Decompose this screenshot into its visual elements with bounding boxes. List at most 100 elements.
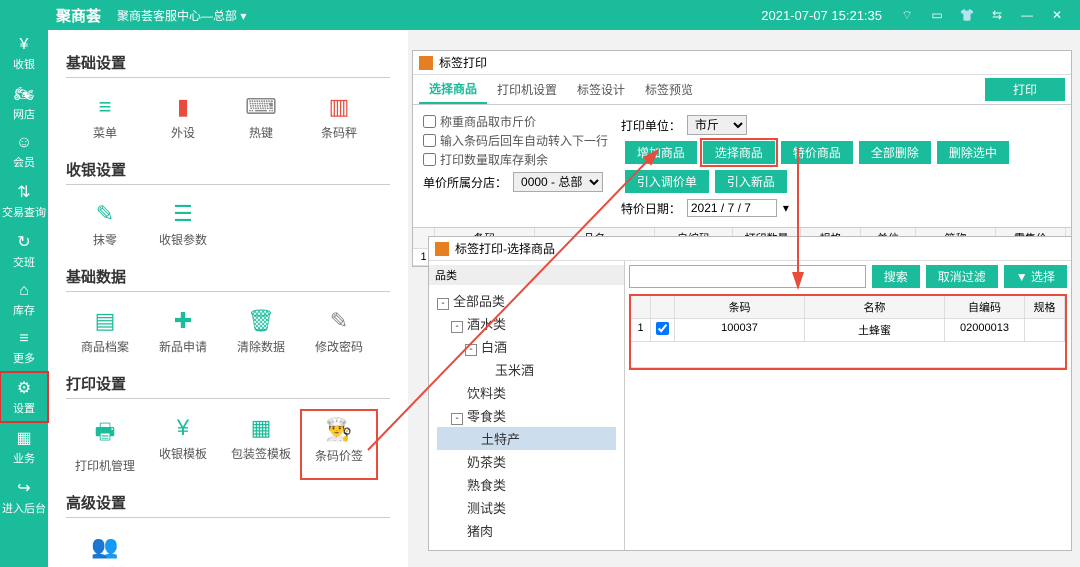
settings-item-菜单[interactable]: ≡菜单 xyxy=(66,88,144,147)
work-area: 标签打印 选择商品打印机设置标签设计标签预览打印 称重商品取市斤价 输入条码后回… xyxy=(408,30,1080,567)
settings-item-条码价签[interactable]: 👨‍🍳条码价签 xyxy=(300,409,378,480)
center-selector[interactable]: 聚商荟客服中心—总部 ▾ xyxy=(117,7,246,24)
btn-增加商品[interactable]: 增加商品 xyxy=(625,141,697,164)
settings-item-外设[interactable]: ▮外设 xyxy=(144,88,222,147)
app-logo: 聚商荟 xyxy=(8,5,101,26)
minimize-icon[interactable]: — xyxy=(1016,8,1038,22)
chk-auto-next[interactable]: 输入条码后回车自动转入下一行 xyxy=(423,132,621,149)
shirt-icon[interactable]: 👕 xyxy=(956,8,978,22)
sidebar-icon: ☺ xyxy=(0,134,48,152)
sidebar-icon: ⇅ xyxy=(0,182,48,202)
settings-item-条码秤[interactable]: ▥条码秤 xyxy=(300,88,378,147)
settings-item-打印机管理[interactable]: 🖶打印机管理 xyxy=(66,409,144,480)
settings-label: 抹零 xyxy=(93,233,117,247)
title-bar: 聚商荟 聚商荟客服中心—总部 ▾ 2021-07-07 15:21:35 ⌔ ▭… xyxy=(0,0,1080,30)
settings-item-关于我们[interactable]: 👥关于我们 xyxy=(66,528,144,567)
settings-item-收银模板[interactable]: ¥收银模板 xyxy=(144,409,222,480)
category-tree-pane: 品类 -全部品类-酒水类-白酒玉米酒饮料类-零食类土特产奶茶类熟食类测试类猪肉 xyxy=(429,261,625,550)
btn-删除选中[interactable]: 删除选中 xyxy=(937,141,1009,164)
settings-item-清除数据[interactable]: 🗑清除数据 xyxy=(222,302,300,361)
select-product-window: 标签打印-选择商品 品类 -全部品类-酒水类-白酒玉米酒饮料类-零食类土特产奶茶… xyxy=(428,236,1072,551)
settings-label: 菜单 xyxy=(93,126,117,140)
settings-label: 修改密码 xyxy=(315,340,363,354)
settings-icon: ¥ xyxy=(144,415,222,441)
window-icon xyxy=(419,56,433,70)
settings-item-商品档案[interactable]: ▤商品档案 xyxy=(66,302,144,361)
window-title: 标签打印 xyxy=(439,54,487,71)
settings-label: 清除数据 xyxy=(237,340,285,354)
unit-select[interactable]: 市斤 xyxy=(687,115,747,135)
sidebar-item-库存[interactable]: ⌂库存 xyxy=(0,276,48,324)
settings-icon: ⌨ xyxy=(222,94,300,120)
tree-toggle-icon[interactable]: - xyxy=(451,321,463,333)
btn-引入新品[interactable]: 引入新品 xyxy=(715,170,787,193)
cancel-filter-button[interactable]: 取消过滤 xyxy=(926,265,998,288)
col-name: 名称 xyxy=(805,296,945,319)
sync-icon[interactable]: ⇆ xyxy=(986,8,1008,22)
settings-item-包装签模板[interactable]: ▦包装签模板 xyxy=(222,409,300,480)
sidebar-icon: 🏍 xyxy=(0,84,48,104)
sidebar-item-业务[interactable]: ▦业务 xyxy=(0,422,48,472)
select-button[interactable]: ▼ 选择 xyxy=(1004,265,1067,288)
tab-标签设计[interactable]: 标签设计 xyxy=(567,76,635,103)
branch-label: 单价所属分店： xyxy=(423,174,507,191)
tab-选择商品[interactable]: 选择商品 xyxy=(419,75,487,104)
tree-node-酒水类[interactable]: -酒水类 xyxy=(437,312,616,335)
tree-node-猪肉[interactable]: 猪肉 xyxy=(437,519,616,542)
date-input[interactable] xyxy=(687,199,777,217)
sidebar-icon: ↻ xyxy=(0,232,48,252)
sidebar-item-网店[interactable]: 🏍 网店 xyxy=(0,78,48,128)
search-button[interactable]: 搜索 xyxy=(872,265,920,288)
chk-stock-qty[interactable]: 打印数量取库存剩余 xyxy=(423,151,621,168)
btn-全部删除[interactable]: 全部删除 xyxy=(859,141,931,164)
sidebar-label: 设置 xyxy=(13,403,35,415)
settings-icon: ✚ xyxy=(144,308,222,334)
tree-node-玉米酒[interactable]: 玉米酒 xyxy=(437,358,616,381)
btn-选择商品[interactable]: 选择商品 xyxy=(703,141,775,164)
tree-toggle-icon[interactable]: - xyxy=(437,298,449,310)
settings-item-热键[interactable]: ⌨热键 xyxy=(222,88,300,147)
table-row[interactable]: 1 100037 土蜂蜜 02000013 xyxy=(631,319,1065,342)
btn-特价商品[interactable]: 特价商品 xyxy=(781,141,853,164)
tree-node-熟食类[interactable]: 熟食类 xyxy=(437,473,616,496)
settings-item-抹零[interactable]: ✎抹零 xyxy=(66,195,144,254)
tree-node-土特产[interactable]: 土特产 xyxy=(437,427,616,450)
col-code: 自编码 xyxy=(945,296,1025,319)
sidebar-item-设置[interactable]: ⚙设置 xyxy=(0,372,48,422)
wifi-icon[interactable]: ⌔ xyxy=(896,8,918,23)
col-barcode: 条码 xyxy=(675,296,805,319)
tree-toggle-icon[interactable]: - xyxy=(451,413,463,425)
settings-item-收银参数[interactable]: ☰收银参数 xyxy=(144,195,222,254)
tab-标签预览[interactable]: 标签预览 xyxy=(635,76,703,103)
message-icon[interactable]: ▭ xyxy=(926,8,948,22)
sidebar-item-交班[interactable]: ↻ 交班 xyxy=(0,226,48,276)
tab-打印机设置[interactable]: 打印机设置 xyxy=(487,76,567,103)
row-checkbox[interactable] xyxy=(656,322,669,335)
sidebar-label: 网店 xyxy=(13,109,35,121)
btn-引入调价单[interactable]: 引入调价单 xyxy=(625,170,709,193)
tree-node-零食类[interactable]: -零食类 xyxy=(437,404,616,427)
tree-node-白酒[interactable]: -白酒 xyxy=(437,335,616,358)
search-input[interactable] xyxy=(629,265,866,288)
sidebar-item-更多[interactable]: ≡更多 xyxy=(0,324,48,372)
sidebar-item-交易查询[interactable]: ⇅交易查询 xyxy=(0,176,48,226)
settings-icon: ▦ xyxy=(222,415,300,441)
settings-panel: 基础设置≡菜单▮外设⌨热键▥条码秤收银设置✎抹零☰收银参数基础数据▤商品档案✚新… xyxy=(48,30,408,567)
tree-node-饮料类[interactable]: 饮料类 xyxy=(437,381,616,404)
tree-toggle-icon[interactable]: - xyxy=(465,344,477,356)
print-button[interactable]: 打印 xyxy=(985,78,1065,101)
settings-label: 条码价签 xyxy=(315,449,363,463)
close-icon[interactable]: ✕ xyxy=(1046,8,1068,22)
tree-node-奶茶类[interactable]: 奶茶类 xyxy=(437,450,616,473)
sidebar-item-会员[interactable]: ☺会员 xyxy=(0,128,48,176)
settings-item-修改密码[interactable]: ✎修改密码 xyxy=(300,302,378,361)
sidebar-item-收银[interactable]: ¥收银 xyxy=(0,30,48,78)
settings-item-新品申请[interactable]: ✚新品申请 xyxy=(144,302,222,361)
tree-node-全部品类[interactable]: -全部品类 xyxy=(437,289,616,312)
tree-node-测试类[interactable]: 测试类 xyxy=(437,496,616,519)
sidebar-item-进入后台[interactable]: ↪进入后台 xyxy=(0,472,48,522)
chk-market-price[interactable]: 称重商品取市斤价 xyxy=(423,113,621,130)
sidebar-label: 交班 xyxy=(13,257,35,269)
unit-label: 打印单位： xyxy=(621,117,681,134)
branch-select[interactable]: 0000 - 总部 xyxy=(513,172,603,192)
